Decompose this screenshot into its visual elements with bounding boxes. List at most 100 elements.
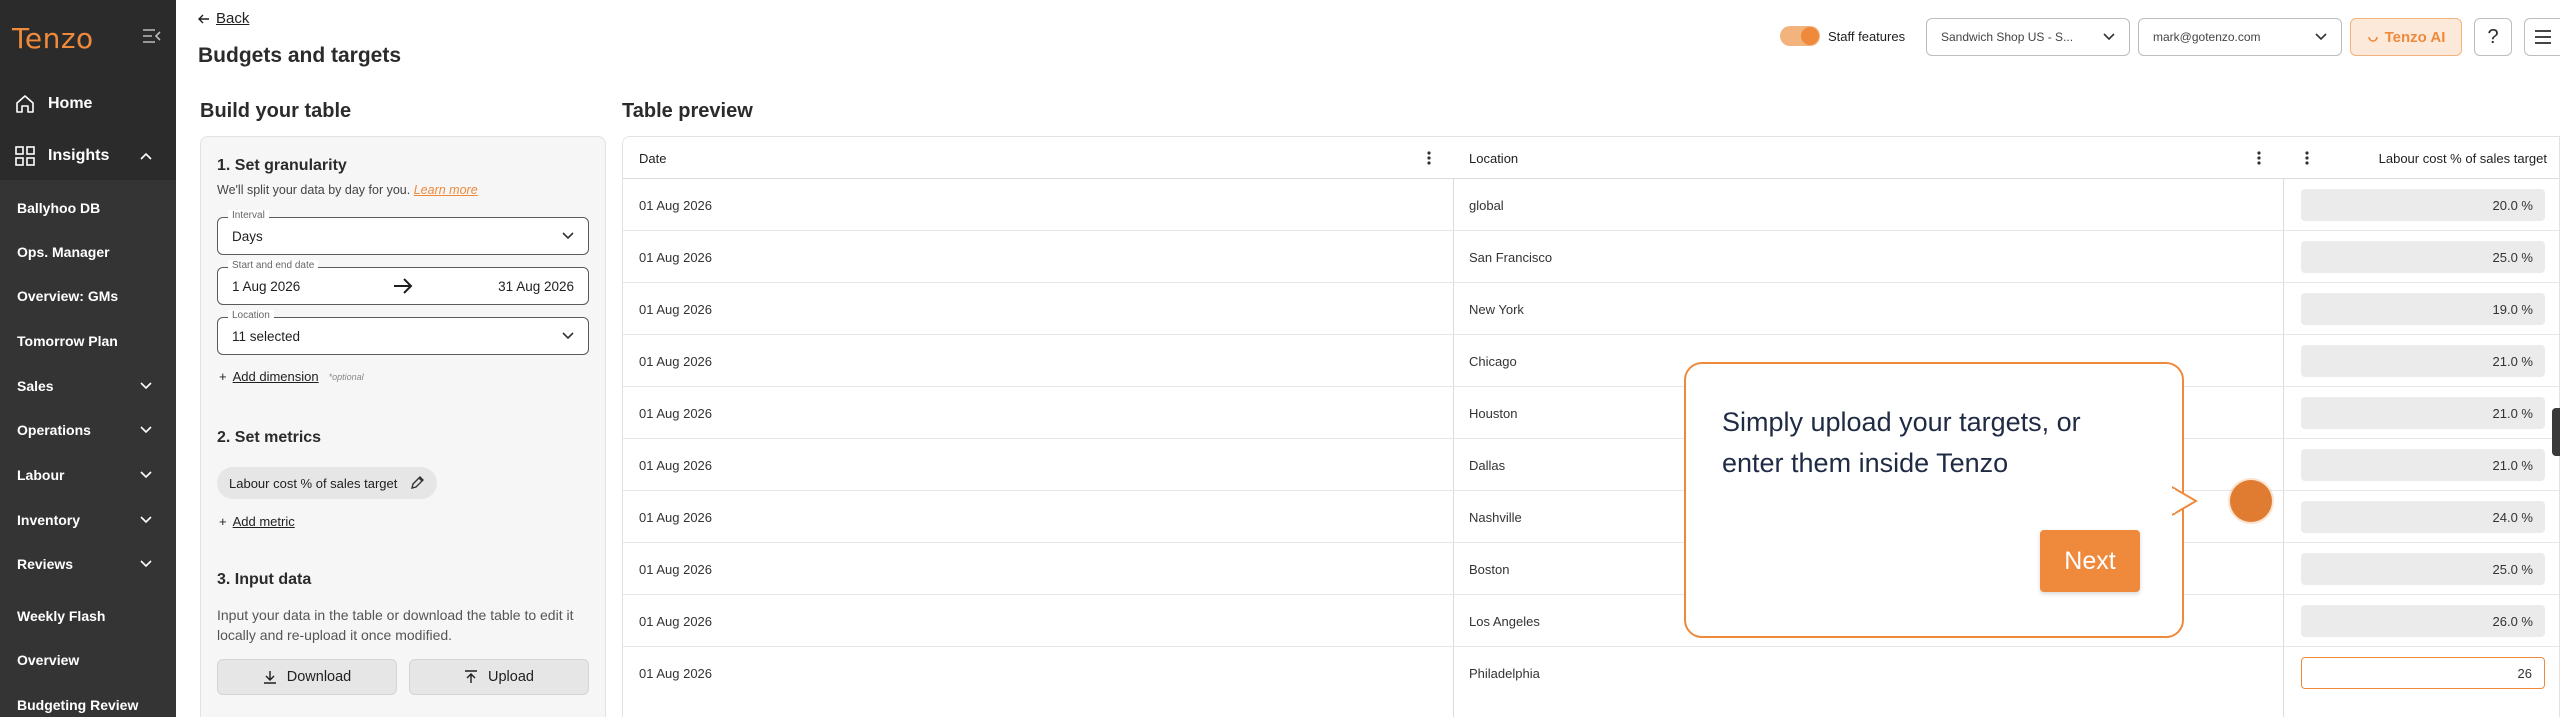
plus-icon: + — [219, 514, 227, 529]
column-header-date: Date — [639, 150, 667, 166]
target-input[interactable]: 19.0 % — [2301, 293, 2545, 325]
cell-date: 01 Aug 2026 — [639, 301, 713, 317]
table-header: Date Location Labour cost % of sales tar… — [623, 137, 2559, 179]
target-input[interactable]: 24.0 % — [2301, 501, 2545, 533]
sidebar-item-label: Sales — [17, 378, 54, 394]
date-range-field[interactable]: Start and end date 1 Aug 2026 31 Aug 202… — [217, 260, 589, 305]
sidebar-item-label: Home — [48, 95, 93, 112]
help-button[interactable]: ? — [2474, 18, 2512, 56]
download-icon — [263, 671, 276, 684]
sidebar-item-label: Overview — [17, 652, 80, 668]
cell-date: 01 Aug 2026 — [639, 613, 713, 629]
home-icon — [16, 95, 34, 113]
chevron-down-icon — [562, 332, 574, 340]
table-preview: Date Location Labour cost % of sales tar… — [622, 136, 2560, 717]
metric-chip[interactable]: Labour cost % of sales target — [217, 467, 438, 499]
target-input[interactable]: 25.0 % — [2301, 241, 2545, 273]
table-row: 01 Aug 2026 Los Angeles 26.0 % — [623, 595, 2559, 647]
interval-select[interactable]: Interval Days — [217, 210, 589, 255]
step3-description: Input your data in the table or download… — [217, 607, 574, 643]
side-panel-tab[interactable] — [2552, 408, 2560, 456]
target-input[interactable]: 21.0 % — [2301, 449, 2545, 481]
table-row: 01 Aug 2026 global 20.0 % — [623, 179, 2559, 231]
upload-label: Upload — [488, 669, 534, 685]
cell-date: 01 Aug 2026 — [639, 561, 713, 577]
sidebar-item-weekly-flash[interactable]: Weekly Flash — [0, 596, 176, 636]
learn-more-link[interactable]: Learn more — [414, 183, 478, 197]
metric-chip-label: Labour cost % of sales target — [229, 475, 398, 491]
add-metric-link[interactable]: + Add metric — [219, 514, 295, 529]
cell-location: Houston — [1469, 405, 1518, 421]
sidebar-item-inventory[interactable]: Inventory — [0, 500, 176, 540]
step2-heading: 2. Set metrics — [217, 429, 322, 446]
target-input[interactable]: 21.0 % — [2301, 345, 2545, 377]
cell-location: global — [1469, 197, 1504, 213]
location-value: 11 selected — [232, 328, 301, 344]
sidebar-item-ballyhoo-db[interactable]: Ballyhoo DB — [0, 188, 176, 228]
column-menu-icon[interactable] — [1425, 150, 1433, 166]
spinner-icon — [2367, 36, 2378, 42]
chevron-down-icon — [140, 560, 152, 568]
step1-heading: 1. Set granularity — [217, 157, 347, 174]
tooltip-next-button[interactable]: Next — [2040, 530, 2140, 592]
cell-date: 01 Aug 2026 — [639, 353, 713, 369]
arrow-right-icon — [394, 278, 413, 294]
target-input[interactable]: 26.0 % — [2301, 605, 2545, 637]
shop-select-value: Sandwich Shop US - S... — [1941, 30, 2074, 44]
account-select-value: mark@gotenzo.com — [2153, 30, 2261, 44]
step3-heading: 3. Input data — [217, 571, 312, 588]
target-input[interactable]: 20.0 % — [2301, 189, 2545, 221]
add-dimension-label: Add dimension — [232, 369, 319, 384]
download-button[interactable]: Download — [217, 659, 397, 695]
location-select[interactable]: Location 11 selected — [217, 310, 589, 355]
sidebar-item-label: Overview: GMs — [17, 288, 119, 304]
sidebar-item-label: Weekly Flash — [17, 608, 106, 624]
download-label: Download — [286, 669, 352, 685]
add-dimension-link[interactable]: + Add dimension *optional — [219, 369, 364, 384]
pencil-icon[interactable] — [409, 475, 425, 491]
target-input[interactable]: 21.0 % — [2301, 397, 2545, 429]
build-table-heading: Build your table — [200, 100, 352, 122]
sidebar-item-budgeting-review[interactable]: Budgeting Review — [0, 685, 176, 717]
tenzo-logo: Tenzo — [12, 22, 94, 55]
target-input-active[interactable]: 26 — [2301, 657, 2545, 689]
shop-select[interactable]: Sandwich Shop US - S... — [1926, 18, 2130, 56]
cell-date: 01 Aug 2026 — [639, 197, 713, 213]
location-legend: Location — [228, 310, 274, 321]
cell-location: Nashville — [1469, 509, 1522, 525]
staff-features-label: Staff features — [1828, 29, 1906, 44]
date-range-legend: Start and end date — [228, 260, 319, 271]
sidebar-item-ops-manager[interactable]: Ops. Manager — [0, 232, 176, 272]
upload-button[interactable]: Upload — [409, 659, 589, 695]
menu-button[interactable] — [2524, 18, 2560, 56]
arrow-left-icon — [198, 14, 209, 23]
sidebar-item-operations[interactable]: Operations — [0, 410, 176, 450]
chevron-down-icon — [562, 232, 574, 240]
cell-date: 01 Aug 2026 — [639, 457, 713, 473]
collapse-sidebar-icon[interactable] — [142, 28, 162, 44]
sidebar-item-label: Operations — [17, 422, 91, 438]
column-menu-icon[interactable] — [2255, 150, 2263, 166]
cell-location: Philadelphia — [1469, 665, 1540, 681]
start-date: 1 Aug 2026 — [232, 278, 301, 294]
tour-hotspot[interactable] — [2230, 480, 2272, 522]
account-select[interactable]: mark@gotenzo.com — [2138, 18, 2342, 56]
chevron-up-icon — [140, 152, 152, 160]
tenzo-ai-label: Tenzo AI — [2384, 28, 2446, 46]
sidebar-item-reviews[interactable]: Reviews — [0, 544, 176, 584]
sidebar-item-home[interactable]: Home — [0, 84, 176, 124]
sidebar-item-overview-gms[interactable]: Overview: GMs — [0, 276, 176, 316]
target-input[interactable]: 25.0 % — [2301, 553, 2545, 585]
tenzo-ai-button[interactable]: Tenzo AI — [2350, 18, 2462, 56]
sidebar-item-labour[interactable]: Labour — [0, 455, 176, 495]
back-link[interactable]: Back — [198, 10, 249, 27]
sidebar-item-sales[interactable]: Sales — [0, 366, 176, 406]
staff-features-toggle[interactable] — [1780, 26, 1820, 46]
cell-location: Los Angeles — [1469, 613, 1540, 629]
sidebar-item-insights[interactable]: Insights — [0, 136, 176, 176]
sidebar-item-tomorrow-plan[interactable]: Tomorrow Plan — [0, 321, 176, 361]
table-row: 01 Aug 2026 Boston 25.0 % — [623, 543, 2559, 595]
column-menu-icon[interactable] — [2303, 150, 2311, 166]
sidebar-item-overview[interactable]: Overview — [0, 640, 176, 680]
table-row: 01 Aug 2026 San Francisco 25.0 % — [623, 231, 2559, 283]
